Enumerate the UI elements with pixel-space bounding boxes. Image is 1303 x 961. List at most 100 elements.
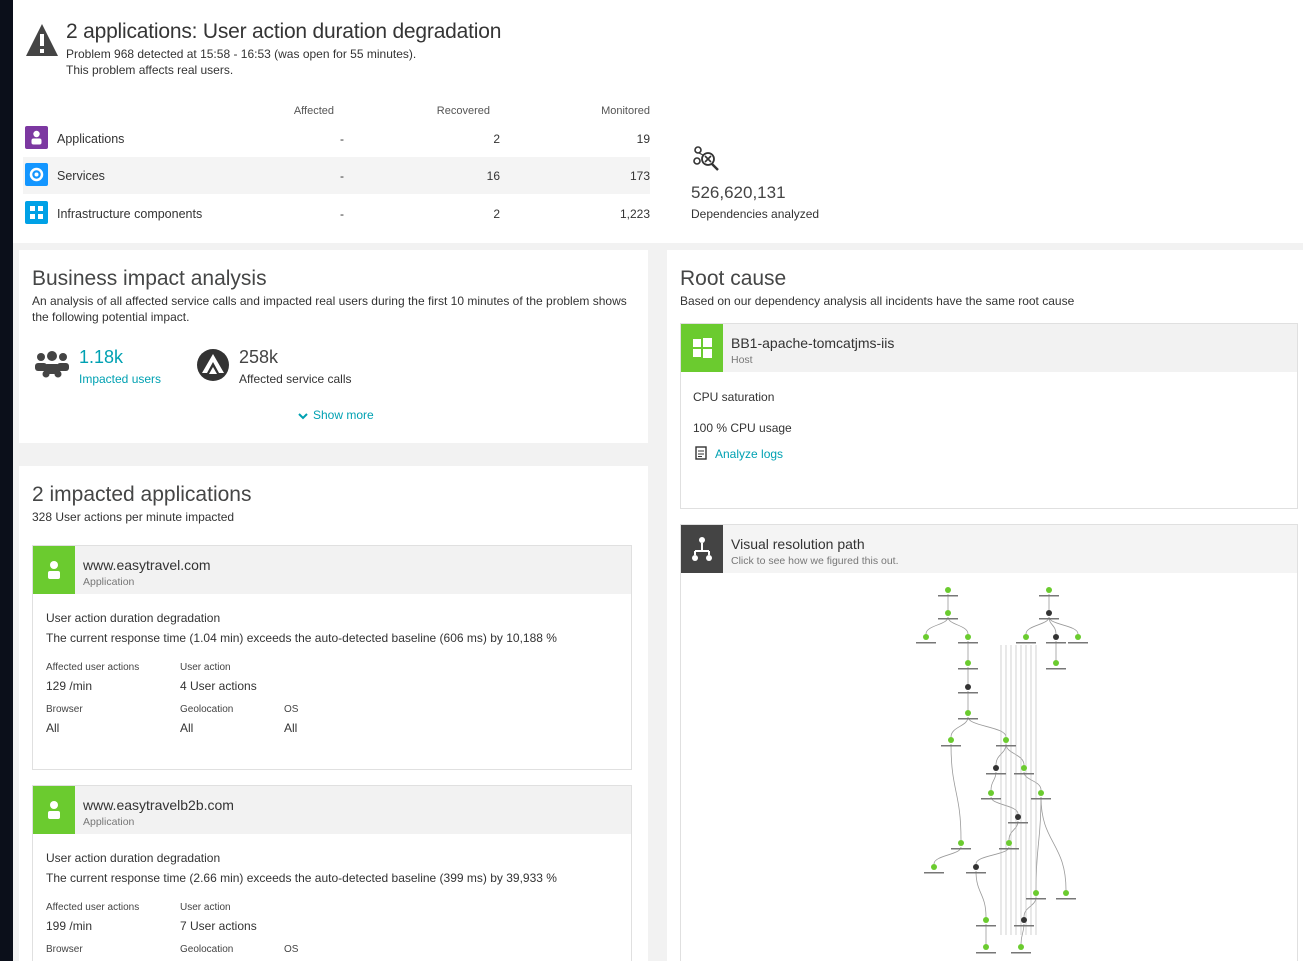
hierarchy-icon (681, 525, 723, 573)
resolution-node-label (1046, 642, 1066, 644)
user-action-label: User action (180, 902, 231, 913)
resolution-node-label (1011, 952, 1031, 954)
card-header: BB1-apache-tomcatjms-iis Host (681, 324, 1297, 372)
impacted-title: 2 impacted applications (32, 483, 252, 506)
show-more-button[interactable]: Show more (297, 408, 374, 422)
summary-row-services[interactable]: Services - 16 173 (23, 157, 650, 194)
resolution-edge (1020, 923, 1025, 945)
affected-calls-value: 258k (239, 347, 279, 367)
app-issue: User action duration degradation (46, 611, 221, 625)
app-issue-detail: The current response time (1.04 min) exc… (46, 631, 557, 645)
row-affected: - (340, 169, 344, 183)
app-issue-detail: The current response time (2.66 min) exc… (46, 871, 557, 885)
resolution-edge (975, 870, 987, 918)
affected-actions-label: Affected user actions (46, 902, 140, 913)
app-name[interactable]: www.easytravelb2b.com (83, 797, 234, 813)
resolution-node (1023, 634, 1029, 640)
row-monitored: 1,223 (619, 207, 650, 221)
business-impact-panel: Business impact analysis An analysis of … (19, 250, 648, 443)
service-calls-icon (197, 349, 229, 381)
show-more-label: Show more (313, 408, 374, 422)
browser-value: All (46, 721, 60, 735)
card-header: Visual resolution path Click to see how … (681, 525, 1297, 573)
resolution-node-label (951, 848, 971, 850)
resolution-node (1033, 890, 1039, 896)
host-type: Host (731, 354, 753, 366)
resolution-edge (1008, 820, 1019, 841)
resolution-title[interactable]: Visual resolution path (731, 536, 865, 552)
resolution-node (931, 864, 937, 870)
resolution-edge (950, 716, 969, 738)
resolution-node-label (986, 773, 1006, 775)
impacted-users-link[interactable]: Impacted users (79, 372, 161, 386)
affected-actions-label: Affected user actions (46, 662, 140, 673)
resolution-node (993, 765, 999, 771)
card-header: www.easytravelb2b.com Application (33, 786, 631, 834)
root-cause-host-card[interactable]: BB1-apache-tomcatjms-iis Host CPU satura… (680, 323, 1298, 509)
problem-header: 2 applications: User action duration deg… (13, 0, 1303, 243)
analyze-logs-link[interactable]: Analyze logs (694, 446, 783, 461)
resolution-node (948, 737, 954, 743)
application-card[interactable]: www.easytravel.com Application User acti… (32, 545, 632, 770)
resolution-node-label (966, 872, 986, 874)
resolution-node (965, 684, 971, 690)
impacted-users-value[interactable]: 1.18k (79, 347, 123, 368)
resolution-node (1038, 790, 1044, 796)
geolocation-value: All (180, 721, 194, 735)
user-action-value[interactable]: 4 User actions (180, 679, 257, 693)
windows-icon (681, 324, 723, 372)
infrastructure-icon (25, 201, 48, 224)
service-icon (25, 163, 48, 186)
browser-label: Browser (46, 944, 83, 955)
resolution-node-label (1014, 925, 1034, 927)
resolution-node (1021, 765, 1027, 771)
root-cause-title: Root cause (680, 267, 787, 290)
resolution-path-graph[interactable] (906, 585, 1106, 961)
resolution-node-label (924, 872, 944, 874)
resolution-subtitle: Click to see how we figured this out. (731, 555, 899, 567)
resolution-node (1015, 814, 1021, 820)
resolution-node (945, 587, 951, 593)
resolution-edge (1048, 616, 1079, 635)
log-file-icon (695, 446, 707, 460)
root-cause-issue: CPU saturation (693, 390, 775, 404)
geolocation-label: Geolocation (180, 944, 234, 955)
resolution-node-label (958, 642, 978, 644)
host-name[interactable]: BB1-apache-tomcatjms-iis (731, 335, 894, 351)
row-label: Applications (57, 132, 125, 146)
resolution-node (1003, 737, 1009, 743)
resolution-node-label (999, 848, 1019, 850)
affected-calls-label: Affected service calls (239, 372, 352, 386)
resolution-node (945, 610, 951, 616)
resolution-node (1053, 660, 1059, 666)
application-card[interactable]: www.easytravelb2b.com Application User a… (32, 785, 632, 961)
business-impact-description: An analysis of all affected service call… (32, 294, 627, 324)
resolution-node-label (958, 668, 978, 670)
visual-resolution-path-card[interactable]: Visual resolution path Click to see how … (680, 524, 1298, 961)
user-action-label: User action (180, 662, 231, 673)
resolution-node-label (976, 925, 996, 927)
resolution-edge (947, 616, 969, 635)
summary-row-infrastructure[interactable]: Infrastructure components - 2 1,223 (23, 195, 650, 232)
resolution-node (973, 864, 979, 870)
row-affected: - (340, 132, 344, 146)
resolution-node (1063, 890, 1069, 896)
impacted-subtitle: 328 User actions per minute impacted (32, 510, 235, 524)
resolution-edge (1023, 771, 1042, 791)
resolution-edge (967, 716, 1007, 738)
resolution-node (1046, 587, 1052, 593)
resolution-node-label (938, 595, 958, 597)
users-icon (35, 351, 69, 378)
summary-row-applications[interactable]: Applications - 2 19 (23, 120, 650, 157)
user-action-value[interactable]: 7 User actions (180, 919, 257, 933)
os-label: OS (284, 704, 299, 715)
resolution-node (1046, 610, 1052, 616)
application-icon (33, 546, 75, 594)
application-icon (25, 126, 48, 149)
resolution-node (1021, 917, 1027, 923)
row-recovered: 2 (493, 207, 500, 221)
resolution-edge (1040, 796, 1067, 891)
card-header: www.easytravel.com Application (33, 546, 631, 594)
app-name[interactable]: www.easytravel.com (83, 557, 211, 573)
resolution-node (923, 634, 929, 640)
